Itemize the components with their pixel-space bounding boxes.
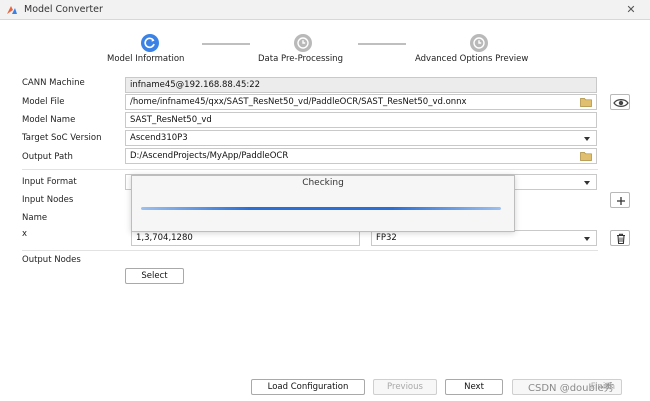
model-file-input[interactable]: /home/infname45/qxx/SAST_ResNet50_vd/Pad… [125, 94, 597, 110]
input-nodes-label: Input Nodes [22, 195, 74, 205]
dialog-title: Checking [302, 178, 344, 188]
view-model-button[interactable] [610, 94, 630, 110]
model-name-input[interactable]: SAST_ResNet50_vd [125, 112, 597, 128]
model-name-label: Model Name [22, 115, 76, 125]
section-divider [22, 169, 598, 170]
output-nodes-label: Output Nodes [22, 255, 81, 265]
step-connector-2 [358, 43, 406, 45]
node-type-value: FP32 [376, 233, 397, 243]
add-node-button[interactable] [610, 192, 630, 208]
eye-icon [613, 99, 629, 107]
wizard-stepper: Model Information Data Pre-Processing Ad… [0, 28, 650, 68]
close-button[interactable]: ✕ [618, 1, 644, 19]
delete-node-button[interactable] [610, 230, 630, 246]
step-2-indicator [294, 34, 312, 52]
node-name-value: x [22, 229, 28, 239]
watermark: CSDN @double秀 [528, 383, 614, 394]
trash-icon [617, 233, 625, 245]
plus-icon [617, 197, 625, 205]
select-output-nodes-button[interactable]: Select [125, 268, 184, 284]
output-path-label: Output Path [22, 152, 73, 162]
close-icon: ✕ [626, 3, 636, 16]
checking-dialog: Checking [131, 175, 515, 232]
title-bar: Model Converter ✕ [0, 0, 650, 20]
name-label: Name [22, 213, 48, 223]
target-soc-value: Ascend310P3 [130, 133, 188, 143]
step-1-indicator [141, 34, 159, 52]
folder-icon[interactable] [580, 151, 592, 161]
target-soc-label: Target SoC Version [22, 133, 102, 143]
chevron-down-icon[interactable] [584, 181, 590, 185]
clock-icon [297, 37, 309, 49]
node-shape-input[interactable]: 1,3,704,1280 [131, 230, 360, 246]
section-divider [22, 250, 598, 251]
cann-machine-field: infname45@192.168.88.45:22 [125, 77, 597, 93]
step-1-label[interactable]: Model Information [107, 54, 184, 64]
model-file-value: /home/infname45/qxx/SAST_ResNet50_vd/Pad… [130, 97, 467, 107]
window-title: Model Converter [24, 4, 103, 15]
output-path-value: D:/AscendProjects/MyApp/PaddleOCR [130, 151, 289, 161]
clock-icon [473, 37, 485, 49]
output-path-input[interactable]: D:/AscendProjects/MyApp/PaddleOCR [125, 148, 597, 164]
chevron-down-icon[interactable] [584, 237, 590, 241]
cann-machine-label: CANN Machine [22, 78, 85, 88]
previous-button[interactable]: Previous [373, 379, 437, 395]
node-type-select[interactable]: FP32 [371, 230, 597, 246]
step-connector-1 [202, 43, 250, 45]
target-soc-select[interactable]: Ascend310P3 [125, 130, 597, 146]
folder-icon[interactable] [580, 97, 592, 107]
progress-bar-fill [141, 207, 501, 210]
step-2-label[interactable]: Data Pre-Processing [258, 54, 343, 64]
input-format-label: Input Format [22, 177, 77, 187]
model-file-label: Model File [22, 97, 65, 107]
chevron-down-icon[interactable] [584, 137, 590, 141]
step-3-indicator [470, 34, 488, 52]
progress-bar [141, 207, 501, 210]
refresh-icon [144, 37, 155, 49]
step-3-label[interactable]: Advanced Options Preview [415, 54, 528, 64]
next-button[interactable]: Next [445, 379, 503, 395]
load-configuration-button[interactable]: Load Configuration [251, 379, 365, 395]
app-logo-icon [7, 6, 17, 14]
